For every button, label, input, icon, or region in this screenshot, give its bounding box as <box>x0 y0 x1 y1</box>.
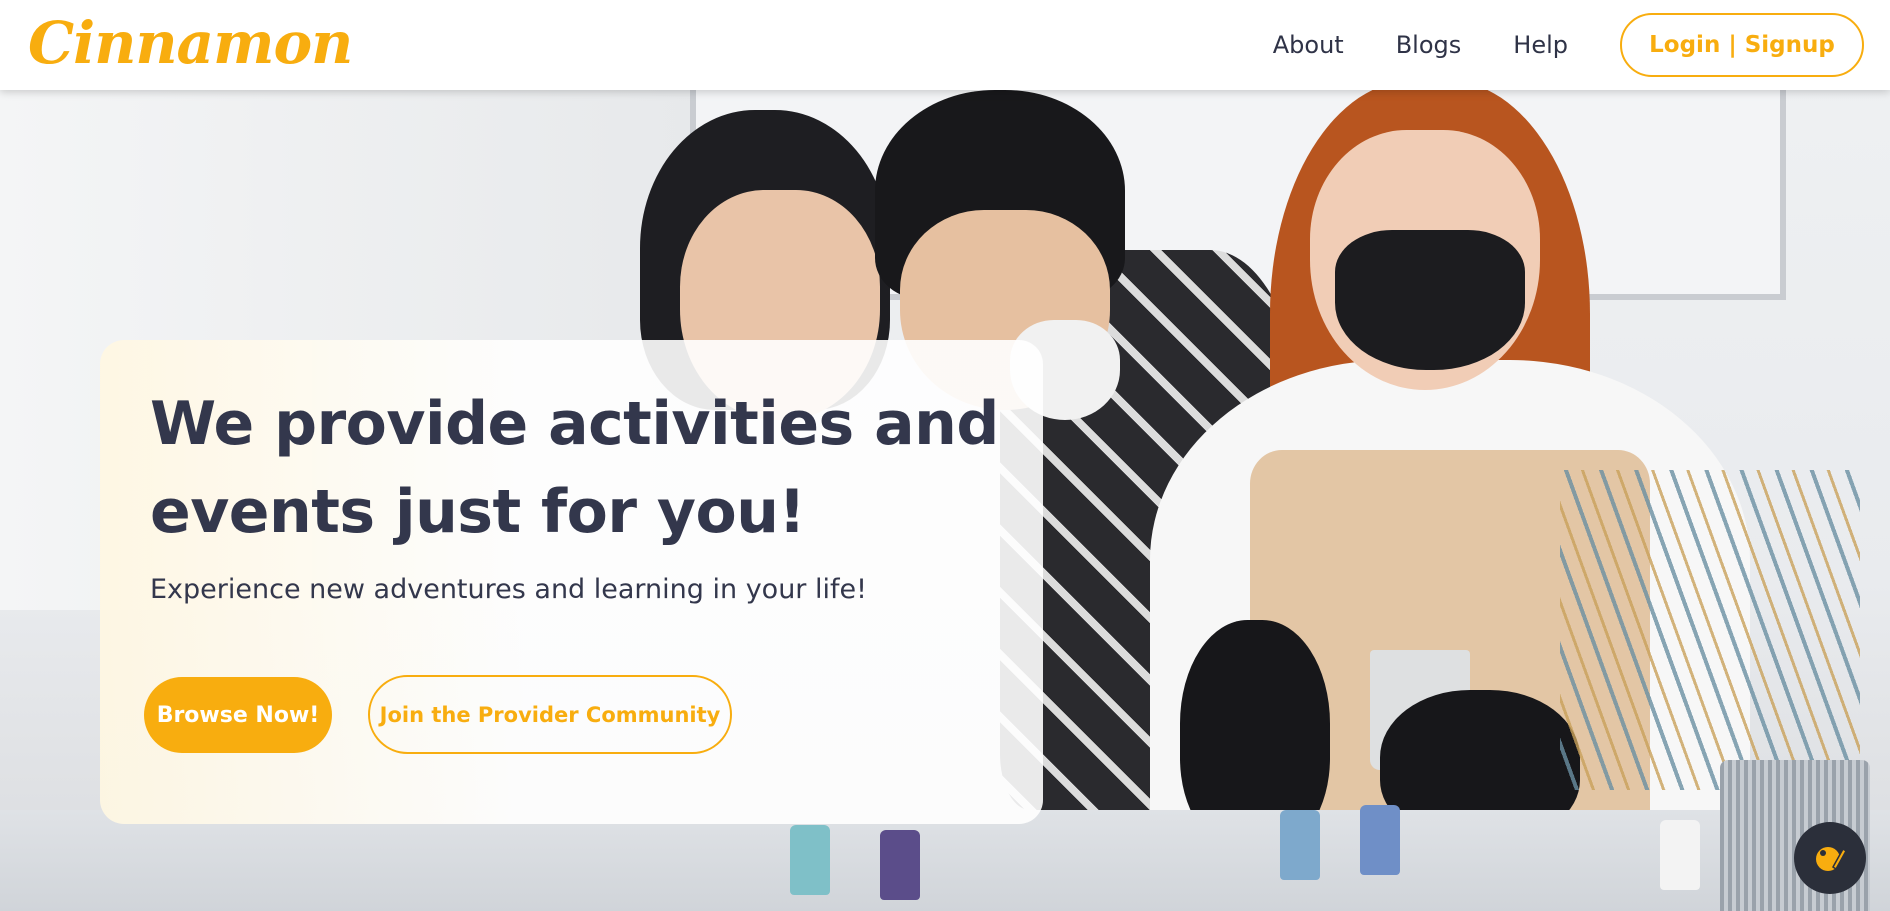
nav-about[interactable]: About <box>1273 31 1344 59</box>
hero-subline: Experience new adventures and learning i… <box>150 574 867 605</box>
hero-headline: We provide activities and events just fo… <box>150 389 999 547</box>
nav-blogs[interactable]: Blogs <box>1396 31 1462 59</box>
paint-palette-icon <box>1816 847 1847 871</box>
browse-now-button[interactable]: Browse Now! <box>144 677 332 753</box>
nav-help[interactable]: Help <box>1513 31 1568 59</box>
floating-action-button[interactable] <box>1794 822 1866 894</box>
paint-bottle <box>880 830 920 900</box>
face-mask <box>1335 230 1525 370</box>
paint-bottle <box>1360 805 1400 875</box>
paint-bottle <box>1280 810 1320 880</box>
paint-bottle <box>790 825 830 895</box>
join-provider-community-button[interactable]: Join the Provider Community <box>368 675 732 754</box>
work-table <box>0 810 1890 911</box>
login-signup-button[interactable]: Login | Signup <box>1620 13 1864 77</box>
paint-bottle <box>1660 820 1700 890</box>
paint-brushes <box>1560 470 1860 790</box>
site-header: Cinnamon About Blogs Help Login | Signup <box>0 0 1890 90</box>
main-nav: About Blogs Help Login | Signup <box>1273 0 1890 90</box>
logo[interactable]: Cinnamon <box>28 6 353 80</box>
